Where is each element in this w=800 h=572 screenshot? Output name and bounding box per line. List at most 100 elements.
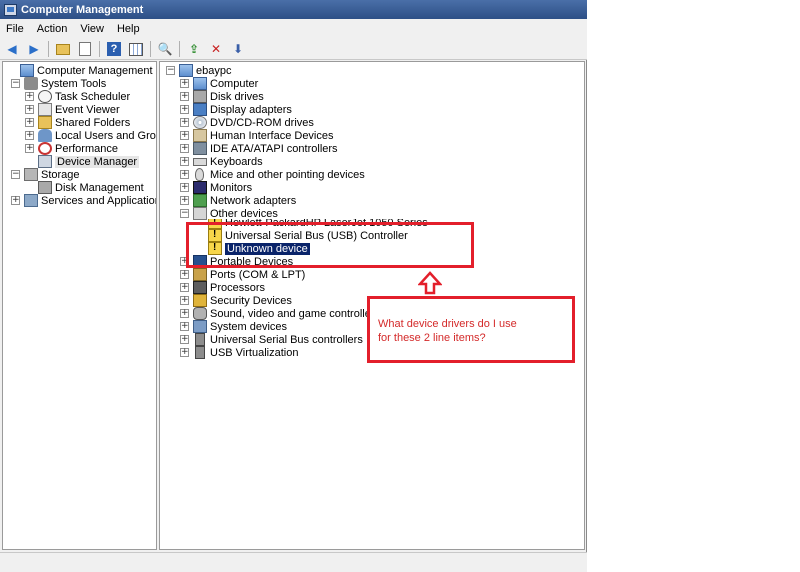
expand-icon[interactable]: + [180,296,189,305]
help-icon[interactable]: ? [106,41,122,57]
tree-item-label: Computer [210,77,259,90]
collapse-icon[interactable]: − [11,170,20,179]
disable-icon[interactable]: ⬇ [230,41,246,57]
tree-item-storage[interactable]: − Storage [11,168,80,181]
expand-icon[interactable]: + [180,196,189,205]
scan-icon[interactable]: 🔍 [157,41,173,57]
expand-icon[interactable]: + [25,118,34,127]
device-tree-root[interactable]: − ebaypc [166,64,231,77]
tree-item-label: USB Virtualization [210,346,299,359]
tree-item-label: Sound, video and game controllers [210,307,380,320]
services-icon [24,194,38,207]
expand-icon[interactable]: + [25,144,34,153]
expand-icon[interactable]: + [180,170,189,179]
expand-icon[interactable]: + [180,283,189,292]
show-hide-icon[interactable] [128,41,144,57]
window-title: Computer Management [21,3,144,16]
expand-icon[interactable]: + [25,105,34,114]
expand-icon[interactable]: + [180,183,189,192]
device-category-computer[interactable]: + Computer [180,77,258,90]
device-category-keyboards[interactable]: + Keyboards [180,155,263,168]
mouse-icon [195,168,204,181]
usb-icon [195,346,205,359]
device-category-display-adapters[interactable]: + Display adapters [180,103,292,116]
device-category-dvd[interactable]: + DVD/CD-ROM drives [180,116,314,129]
tree-item-label: Performance [55,142,118,155]
computer-management-icon [4,3,17,16]
performance-icon [38,142,52,155]
device-category-network[interactable]: + Network adapters [180,194,296,207]
device-category-hid[interactable]: + Human Interface Devices [180,129,334,142]
device-category-usb-controllers[interactable]: + Universal Serial Bus controllers [180,333,363,346]
annotation-text: What device drivers do I use for these 2… [378,318,517,344]
expand-icon[interactable]: + [25,92,34,101]
expand-icon[interactable]: + [25,131,34,140]
device-category-mice[interactable]: + Mice and other pointing devices [180,168,365,181]
toolbar-separator [150,41,151,57]
menu-file[interactable]: File [6,23,24,35]
device-category-processors[interactable]: + Processors [180,281,265,294]
device-category-usb-virtualization[interactable]: + USB Virtualization [180,346,298,359]
tree-item-device-manager[interactable]: Device Manager [25,155,140,168]
tree-item-disk-management[interactable]: Disk Management [25,181,144,194]
device-category-ide[interactable]: + IDE ATA/ATAPI controllers [180,142,338,155]
tree-item-label: Network adapters [210,194,297,207]
properties-icon[interactable] [77,41,93,57]
menu-help[interactable]: Help [117,23,140,35]
tools-icon [24,77,38,90]
other-devices-icon [193,207,207,220]
hid-icon [193,129,207,142]
menu-action[interactable]: Action [37,23,68,35]
collapse-icon[interactable]: − [166,66,175,75]
tree-item-label: Device Manager [55,155,140,168]
security-key-icon [193,294,207,307]
toolbar-separator [179,41,180,57]
expand-icon[interactable]: + [180,131,189,140]
tree-item-root[interactable]: Computer Management (Local) [7,64,156,77]
device-category-sound[interactable]: + Sound, video and game controllers [180,307,380,320]
expand-icon[interactable]: + [180,309,189,318]
expand-icon[interactable]: + [180,270,189,279]
tree-item-label: Services and Applications [41,194,157,207]
tree-item-task-scheduler[interactable]: + Task Scheduler [25,90,130,103]
tree-item-label: Universal Serial Bus controllers [210,333,363,346]
device-category-disk-drives[interactable]: + Disk drives [180,90,264,103]
expand-icon[interactable]: + [180,348,189,357]
tree-item-label: Computer Management (Local) [37,64,156,77]
tree-item-local-users[interactable]: + Local Users and Groups [25,129,156,142]
expand-icon[interactable]: + [180,118,189,127]
tree-item-event-viewer[interactable]: + Event Viewer [25,103,120,116]
expand-icon[interactable]: + [180,157,189,166]
uninstall-icon[interactable]: ✕ [208,41,224,57]
console-tree-pane[interactable]: Computer Management (Local) − System Too… [2,61,157,550]
tree-item-label: Disk Management [55,181,144,194]
status-bar [0,552,587,572]
forward-arrow-icon[interactable]: ▶ [26,41,42,57]
tree-item-shared-folders[interactable]: + Shared Folders [25,116,130,129]
update-driver-icon[interactable]: ⇪ [186,41,202,57]
tree-item-performance[interactable]: + Performance [25,142,118,155]
expand-icon[interactable]: + [180,92,189,101]
up-folder-icon[interactable] [55,41,71,57]
device-category-ports[interactable]: + Ports (COM & LPT) [180,268,305,281]
clock-icon [38,90,52,103]
toolbar-separator [99,41,100,57]
expand-icon[interactable]: + [180,144,189,153]
back-arrow-icon[interactable]: ◀ [4,41,20,57]
expand-icon[interactable]: + [11,196,20,205]
expand-icon[interactable]: + [180,79,189,88]
collapse-icon[interactable]: − [11,79,20,88]
expand-icon[interactable]: + [180,322,189,331]
tree-item-services[interactable]: + Services and Applications [11,194,157,207]
collapse-icon[interactable]: − [180,209,189,218]
menu-view[interactable]: View [80,23,104,35]
processor-icon [193,281,207,294]
device-category-security[interactable]: + Security Devices [180,294,292,307]
annotation-arrow-up-icon [418,271,442,295]
expand-icon[interactable]: + [180,105,189,114]
device-category-monitors[interactable]: + Monitors [180,181,252,194]
expand-icon[interactable]: + [180,335,189,344]
toolbar-separator [48,41,49,57]
device-category-system[interactable]: + System devices [180,320,287,333]
tree-item-system-tools[interactable]: − System Tools [11,77,106,90]
